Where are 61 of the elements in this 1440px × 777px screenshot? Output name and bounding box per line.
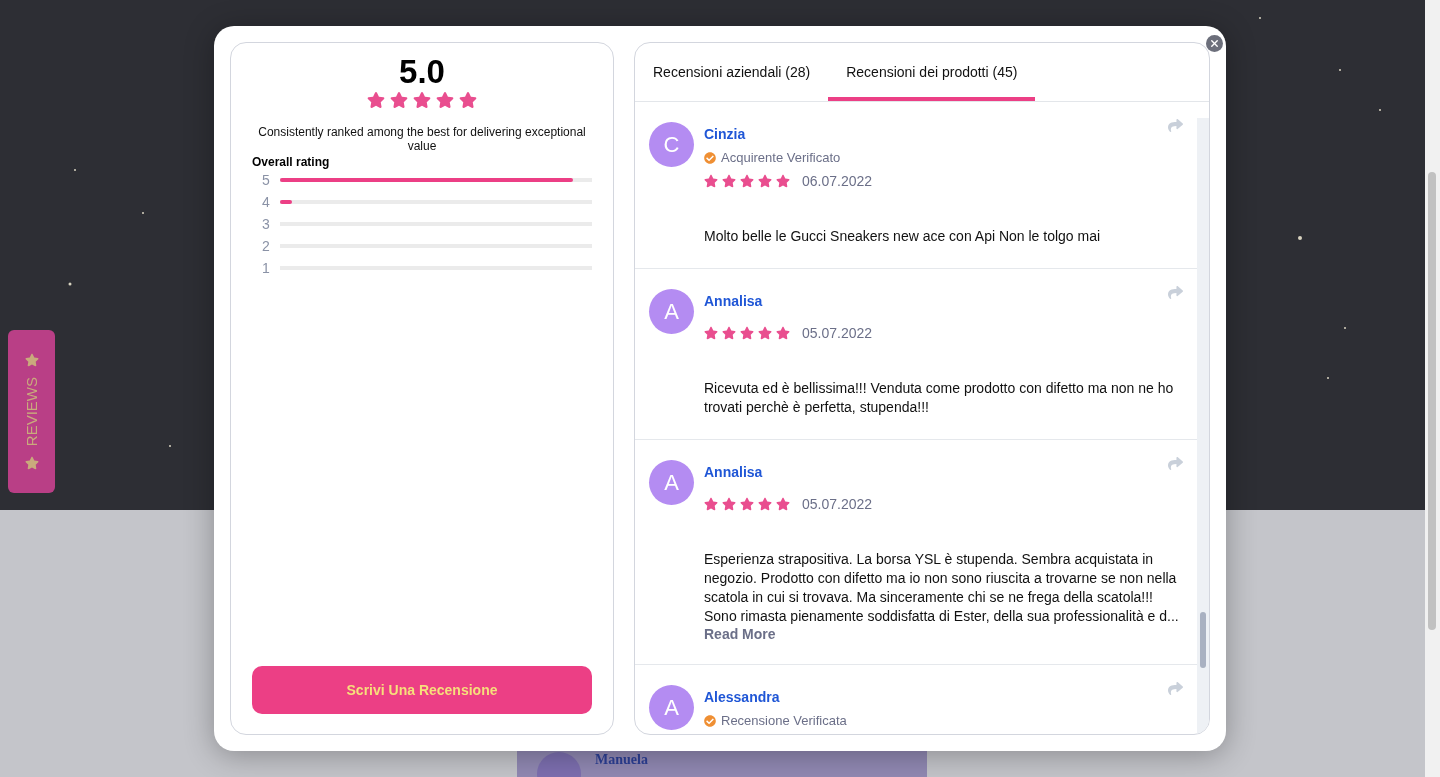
star-icon <box>758 174 772 188</box>
close-icon <box>1209 38 1220 49</box>
reviewer-name: Manuela <box>595 752 648 769</box>
review-text: Esperienza strapositiva. La borsa YSL è stupenda. Sembra acquistata in negozio. Prodotto con difetto ma io non sono riuscita a trovarne se non nella scatola in cui si trovava. Ma sinceramente chi se ne frega della scatola!!! Sono rimasta pienamente soddisfatta di Ester, della sua professionalità e d... <box>704 550 1180 626</box>
reviewer-name: Alessandra <box>704 689 781 705</box>
star-icon <box>740 497 754 511</box>
tab[interactable]: Recensioni aziendali (28) <box>635 43 829 101</box>
share-icon[interactable] <box>1168 285 1183 300</box>
reviewer-name: Cinzia <box>704 126 747 142</box>
rating-label: 3 <box>262 216 270 232</box>
star-icon <box>704 174 718 188</box>
review-text: Ricevuta ed è bellissima!!! Venduta come prodotto con difetto ma non ne ho trovati perchè è perfetta, stupenda!!! <box>704 379 1175 417</box>
review-date: 06.07.2022 <box>802 173 873 189</box>
star-icon <box>24 456 39 471</box>
scrollbar[interactable] <box>1197 118 1209 734</box>
verified-label: Acquirente Verificato <box>721 150 841 165</box>
star-icon <box>413 91 431 109</box>
star-icon <box>459 91 477 109</box>
avatar: C <box>649 122 694 167</box>
star-icon <box>704 497 718 511</box>
tagline: Consistently ranked among the best for delivering exceptional value <box>257 125 587 153</box>
rating-label: 4 <box>262 194 270 210</box>
star-icon <box>722 326 736 340</box>
star-icon <box>776 174 790 188</box>
read-more-link[interactable]: Read More <box>704 626 1184 642</box>
star-icon <box>740 326 754 340</box>
close-button[interactable] <box>1206 35 1223 52</box>
share-icon[interactable] <box>1168 681 1183 696</box>
check-icon <box>704 151 716 164</box>
star-icon <box>24 352 39 367</box>
review-text: Molto belle le Gucci Sneakers new ace con Api Non le tolgo mai <box>704 227 1102 246</box>
scrollbar[interactable] <box>1425 0 1440 777</box>
star-icon <box>740 174 754 188</box>
check-icon <box>704 714 716 727</box>
rating-label: 5 <box>262 172 270 188</box>
average-score: 5.0 <box>399 53 445 91</box>
star-icon <box>436 91 454 109</box>
star-icon <box>776 497 790 511</box>
reviewer-name: Annalisa <box>704 464 764 480</box>
review-date: 05.07.2022 <box>802 325 873 341</box>
star-icon <box>758 326 772 340</box>
verified-label: Recensione Verificata <box>721 713 847 728</box>
tab[interactable]: Recensioni dei prodotti (45) <box>828 43 1036 101</box>
star-icon <box>704 326 718 340</box>
share-icon[interactable] <box>1168 456 1183 471</box>
avatar: A <box>649 289 694 334</box>
star-icon <box>776 326 790 340</box>
avatar: A <box>649 685 694 730</box>
avatar: A <box>649 460 694 505</box>
breakdown-title: Overall rating <box>252 155 331 169</box>
star-icon <box>758 497 772 511</box>
review-date: 05.07.2022 <box>802 496 873 512</box>
star-icon <box>367 91 385 109</box>
share-icon[interactable] <box>1168 118 1183 133</box>
write-review-button[interactable]: Scrivi Una Recensione <box>252 666 592 714</box>
star-icon <box>390 91 408 109</box>
star-icon <box>722 497 736 511</box>
rating-label: 1 <box>262 260 270 276</box>
star-icon <box>722 174 736 188</box>
reviewer-name: Annalisa <box>704 293 764 309</box>
rating-label: 2 <box>262 238 270 254</box>
